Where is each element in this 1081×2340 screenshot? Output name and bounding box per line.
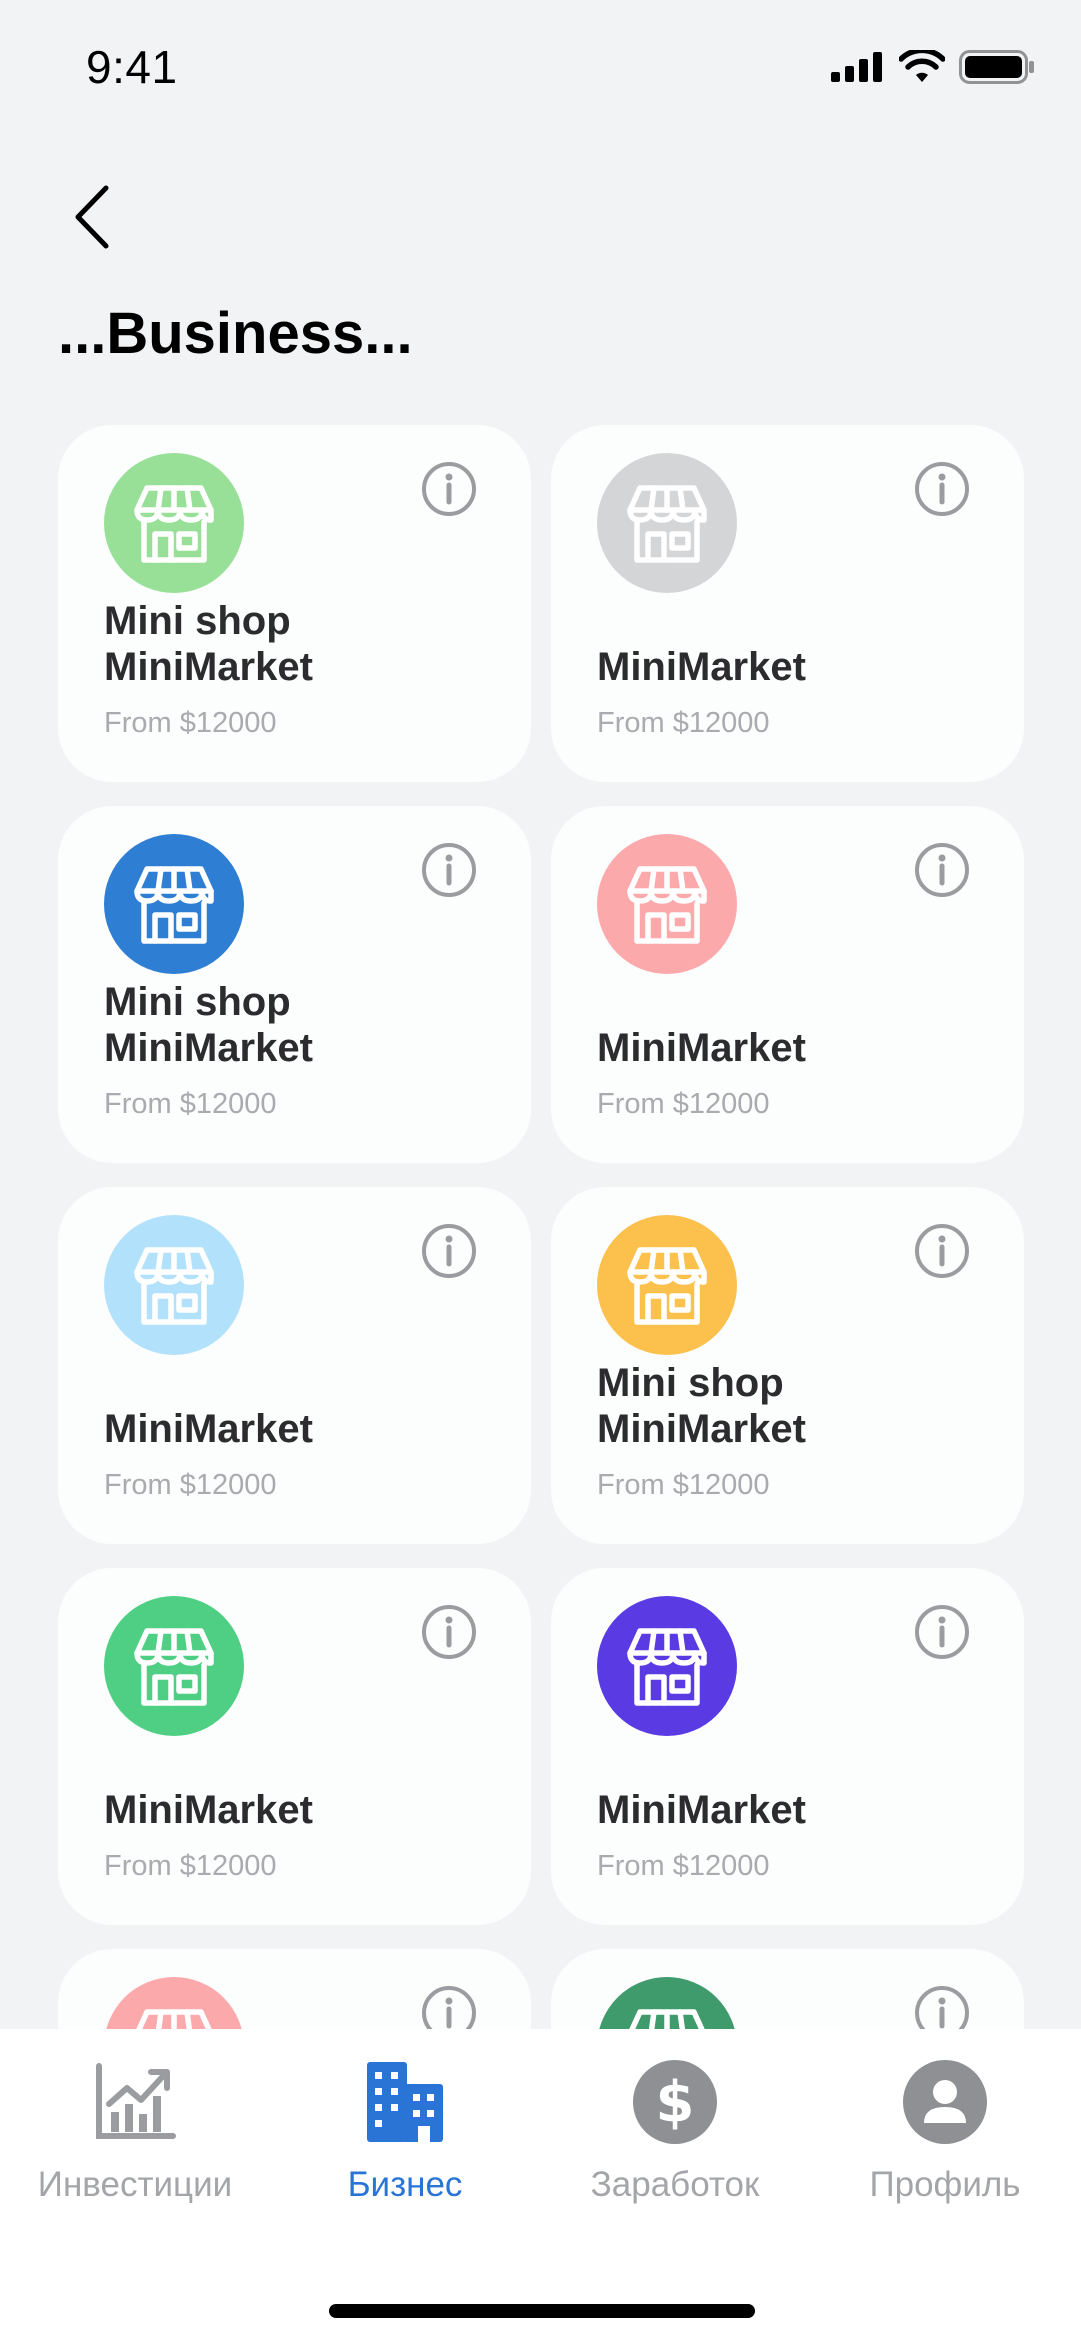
card-title: MiniMarket <box>597 1788 806 1832</box>
info-icon[interactable] <box>914 842 970 898</box>
home-indicator <box>329 2304 755 2318</box>
dollar-icon: $ <box>630 2057 720 2147</box>
info-icon[interactable] <box>421 1604 477 1660</box>
info-icon[interactable] <box>421 461 477 517</box>
business-card[interactable]: MiniMarket From $12000 <box>551 806 1024 1163</box>
card-price: From $12000 <box>104 1469 277 1501</box>
shop-icon <box>104 453 244 593</box>
info-icon[interactable] <box>421 1223 477 1279</box>
card-price: From $12000 <box>104 1850 277 1882</box>
business-card[interactable]: Mini shop MiniMarket From $12000 <box>58 806 531 1163</box>
card-price: From $12000 <box>597 707 770 739</box>
business-list[interactable]: Mini shop MiniMarket From $12000 MiniMar… <box>0 425 1081 2029</box>
wifi-icon <box>899 50 945 82</box>
card-title: MiniMarket <box>597 1026 806 1070</box>
tab-label-investments: Инвестиции <box>37 2165 233 2204</box>
page-title: ...Business... <box>58 301 413 366</box>
status-bar: 9:41 <box>0 0 1081 130</box>
business-card[interactable]: MiniMarket From $12000 <box>58 1187 531 1544</box>
business-grid: Mini shop MiniMarket From $12000 MiniMar… <box>58 425 1024 2029</box>
business-card[interactable]: MiniMarket From $12000 <box>551 425 1024 782</box>
business-card[interactable] <box>551 1949 1024 2029</box>
battery-icon <box>959 50 1034 84</box>
shop-icon <box>597 1977 737 2029</box>
business-card[interactable] <box>58 1949 531 2029</box>
card-price: From $12000 <box>597 1469 770 1501</box>
tab-bar: Инвестиции Бизнес $ Заработок Профиль <box>0 2029 1081 2340</box>
business-card[interactable]: Mini shop MiniMarket From $12000 <box>551 1187 1024 1544</box>
profile-icon <box>900 2057 990 2147</box>
status-time: 9:41 <box>86 41 178 93</box>
card-price: From $12000 <box>597 1088 770 1120</box>
status-icons <box>831 50 1035 84</box>
card-title: Mini shop MiniMarket <box>104 980 313 1070</box>
info-icon[interactable] <box>914 1223 970 1279</box>
shop-icon <box>104 1596 244 1736</box>
card-price: From $12000 <box>104 707 277 739</box>
business-card[interactable]: Mini shop MiniMarket From $12000 <box>58 425 531 782</box>
card-title: Mini shop MiniMarket <box>104 599 313 689</box>
card-title: MiniMarket <box>597 645 806 689</box>
shop-icon <box>597 834 737 974</box>
card-price: From $12000 <box>597 1850 770 1882</box>
chevron-left-icon <box>75 185 109 249</box>
buildings-icon <box>360 2057 450 2147</box>
chart-icon <box>90 2057 180 2147</box>
tab-label-profile: Профиль <box>869 2165 1021 2204</box>
tab-earnings[interactable]: $ Заработок <box>540 2057 810 2227</box>
card-title: MiniMarket <box>104 1407 313 1451</box>
info-icon[interactable] <box>914 461 970 517</box>
back-button[interactable] <box>66 182 126 252</box>
shop-icon <box>597 453 737 593</box>
info-icon[interactable] <box>914 1985 970 2029</box>
tab-label-earnings: Заработок <box>590 2165 760 2204</box>
info-icon[interactable] <box>421 842 477 898</box>
info-icon[interactable] <box>421 1985 477 2029</box>
shop-icon <box>104 1977 244 2029</box>
card-title: Mini shop MiniMarket <box>597 1361 806 1451</box>
shop-icon <box>597 1215 737 1355</box>
shop-icon <box>597 1596 737 1736</box>
business-card[interactable]: MiniMarket From $12000 <box>551 1568 1024 1925</box>
shop-icon <box>104 834 244 974</box>
card-price: From $12000 <box>104 1088 277 1120</box>
card-title: MiniMarket <box>104 1788 313 1832</box>
svg-text:$: $ <box>656 2070 695 2135</box>
tab-profile[interactable]: Профиль <box>810 2057 1080 2227</box>
tab-label-business: Бизнес <box>347 2165 463 2204</box>
signal-icon <box>831 52 882 82</box>
info-icon[interactable] <box>914 1604 970 1660</box>
tab-business[interactable]: Бизнес <box>270 2057 540 2227</box>
shop-icon <box>104 1215 244 1355</box>
business-card[interactable]: MiniMarket From $12000 <box>58 1568 531 1925</box>
tab-investments[interactable]: Инвестиции <box>0 2057 270 2227</box>
